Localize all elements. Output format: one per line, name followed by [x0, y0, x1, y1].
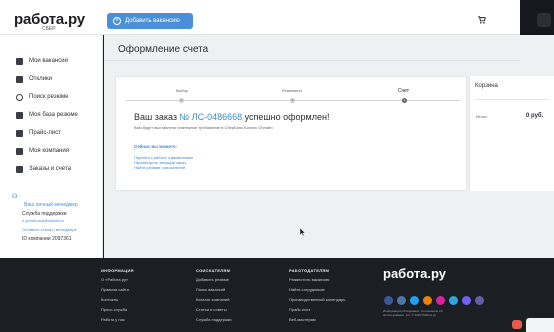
order-card: [115, 76, 467, 191]
step-label-requisites: Реквизиты: [282, 88, 302, 93]
footer-col-seekers-title: СОИСКАТЕЛЯМ: [196, 268, 231, 273]
step-label-invoice: Счет: [398, 88, 410, 94]
sidebar-item-resume-base[interactable]: Моя база резюме: [16, 109, 78, 121]
chat-widget[interactable]: [526, 318, 554, 332]
telegram-icon[interactable]: [449, 296, 458, 305]
footer-logo[interactable]: работа.ру: [383, 266, 446, 281]
sidebar-item-label: Заказы и счета: [29, 166, 71, 172]
footer-col-employers-title: РАБОТОДАТЕЛЯМ: [289, 268, 330, 273]
footer-link[interactable]: Правила сайта: [101, 287, 129, 292]
cart-panel: [469, 76, 554, 191]
step-label-choice: Выбор: [176, 88, 189, 93]
add-vacancy-button[interactable]: + Добавить вакансию: [107, 13, 193, 29]
sidebar-item-price-list[interactable]: Прайс-лист: [16, 127, 61, 139]
step-dot-1: 1: [179, 98, 184, 103]
manager-block: ☊ Ваш личный менеджер: [12, 193, 102, 211]
viber-icon[interactable]: [462, 296, 471, 305]
footer-link[interactable]: Разместить вакансию: [289, 277, 329, 282]
folder-icon: [16, 111, 23, 119]
title-divider: [104, 60, 520, 61]
cart-divider: [475, 99, 548, 100]
chat-icon[interactable]: [475, 296, 484, 305]
chat-badge-icon[interactable]: [512, 320, 522, 329]
logo-subtitle: СБЕР: [42, 26, 56, 32]
sidebar-item-label: Моя база резюме: [29, 112, 78, 118]
cart-icon[interactable]: [478, 16, 486, 24]
footer-link[interactable]: Производственный календарь: [289, 297, 345, 302]
page-title: Оформление счета: [118, 44, 209, 55]
sidebar-item-orders[interactable]: Заказы и счета: [16, 163, 71, 175]
briefcase-icon: [16, 57, 23, 65]
sidebar-item-vacancies[interactable]: Мои вакансии: [16, 55, 68, 67]
manager-link[interactable]: Ваш личный менеджер: [24, 202, 78, 208]
plus-icon: +: [113, 17, 121, 25]
order-subtitle: Вам будет выставлено платежное требовани…: [134, 125, 273, 130]
sidebar-item-label: Моя компания: [29, 148, 69, 154]
app-window: работа.ру СБЕР + Добавить вакансию Мои в…: [0, 0, 554, 332]
footer-link[interactable]: Пресс-служба: [101, 307, 127, 312]
step-dot-2: 2: [290, 98, 295, 103]
sidebar-item-label: Мои вакансии: [29, 58, 68, 64]
footer-link[interactable]: Найти сотрудников: [289, 287, 325, 292]
support-email-link[interactable]: e.gorokhova@rabota.ru: [22, 218, 64, 223]
manager-feedback-link[interactable]: Оставить отзыв о менеджере: [22, 227, 77, 232]
order-success-title: Ваш заказ № ЛС-0486668 успешно оформлен!: [134, 112, 329, 122]
order-suffix: успешно оформлен!: [242, 112, 330, 122]
footer-link[interactable]: Веб-мастерам: [289, 317, 316, 322]
sidebar-item-label: Прайс-лист: [29, 130, 61, 136]
footer-link[interactable]: Поиск вакансий: [196, 287, 225, 292]
footer: [0, 258, 554, 332]
total-label: Итого:: [476, 114, 488, 119]
search-icon: [16, 93, 23, 101]
twitter-icon[interactable]: [410, 296, 419, 305]
profile-icon[interactable]: [537, 13, 551, 27]
company-id: ID компании 2097361: [22, 236, 72, 242]
cart-title: Корзина: [475, 83, 498, 89]
footer-link[interactable]: Работа у нас: [101, 317, 125, 322]
price-list-icon: [16, 129, 23, 137]
company-icon: [16, 147, 23, 155]
order-number-link[interactable]: № ЛС-0486668: [180, 112, 243, 122]
step-dot-3: 3: [402, 98, 407, 103]
next-steps-label: Сейчас вы можете:: [134, 144, 177, 149]
order-prefix: Ваш заказ: [134, 112, 180, 122]
instagram-icon[interactable]: [436, 296, 445, 305]
footer-link[interactable]: Служба поддержки: [196, 317, 232, 322]
footer-link[interactable]: Статьи и советы: [196, 307, 227, 312]
footer-legal-note: Информация об изданиях. Соглашение об ис…: [383, 309, 443, 317]
footer-link[interactable]: Контакты: [101, 297, 118, 302]
sidebar-item-label: Поиск резюме: [29, 94, 69, 100]
top-header: работа.ру СБЕР + Добавить вакансию: [0, 0, 554, 35]
footer-link[interactable]: Прайс-лист: [289, 307, 310, 312]
support-title: Служба поддержки: [22, 211, 67, 217]
total-value: 0 руб.: [526, 113, 544, 119]
add-vacancy-label: Добавить вакансию: [125, 18, 180, 24]
footer-link[interactable]: Добавить резюме: [196, 277, 229, 282]
sidebar-item-responses[interactable]: Отклики: [16, 73, 52, 85]
sidebar-item-company[interactable]: Моя компания: [16, 145, 69, 157]
footer-link[interactable]: Каталог компаний: [196, 297, 230, 302]
sidebar-item-label: Отклики: [29, 76, 52, 82]
headset-icon: ☊: [12, 194, 18, 200]
vk-icon[interactable]: [397, 296, 406, 305]
facebook-icon[interactable]: [384, 296, 393, 305]
orders-icon: [16, 165, 23, 173]
inbox-icon: [16, 75, 23, 83]
footer-link[interactable]: О «Работа.ру»: [101, 277, 128, 282]
footer-col-info-title: ИНФОРМАЦИЯ: [101, 268, 134, 273]
link-find-resumes[interactable]: Найти резюме соискателей: [134, 165, 185, 170]
mouse-cursor-icon: [300, 228, 305, 236]
odnoklassniki-icon[interactable]: [423, 296, 432, 305]
sidebar-item-resume-search[interactable]: Поиск резюме: [16, 91, 68, 103]
